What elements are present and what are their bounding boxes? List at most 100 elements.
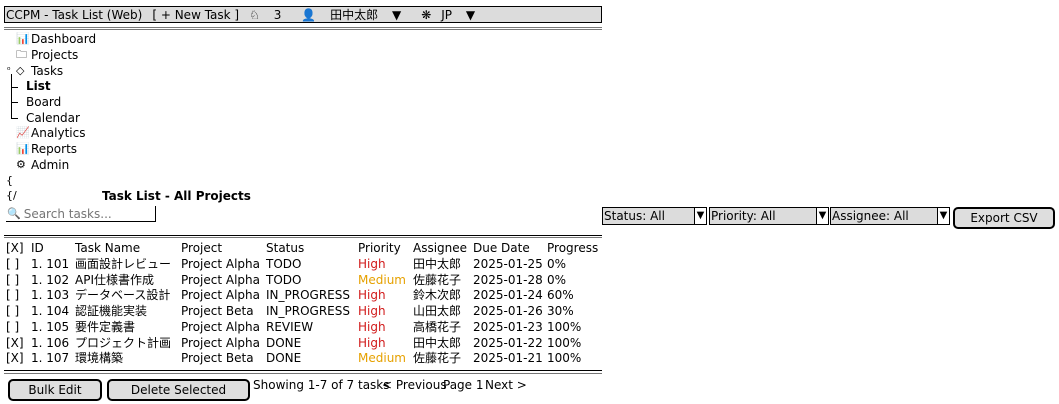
row-checkbox[interactable]: [ ]: [6, 274, 19, 286]
column-header-status[interactable]: Status: [266, 242, 304, 254]
task-progress: 0%: [547, 272, 567, 287]
task-priority: High: [358, 335, 386, 350]
new-task-button[interactable]: [ + New Task ]: [152, 9, 239, 21]
app-title: CCPM - Task List (Web): [6, 7, 143, 22]
task-status: DONE: [266, 335, 302, 350]
task-due-date: 2025-01-21: [473, 351, 543, 366]
column-header-priority[interactable]: Priority: [358, 242, 401, 254]
search-box[interactable]: 🔍: [6, 206, 156, 222]
previous-page-link[interactable]: < Previous: [382, 379, 447, 391]
task-name[interactable]: 要件定義書: [75, 321, 135, 333]
task-status: TODO: [266, 272, 302, 287]
task-due-date: 2025-01-23: [473, 319, 543, 334]
column-header-assignee[interactable]: Assignee: [413, 242, 467, 254]
task-priority: High: [358, 304, 386, 319]
chevron-down-icon: ▼: [816, 208, 828, 224]
chevron-down-icon: ▼: [937, 208, 949, 224]
task-due-date: 2025-01-24: [473, 288, 543, 303]
task-progress: 60%: [547, 288, 574, 303]
user-menu[interactable]: 👤 田中太郎 ▼: [301, 9, 411, 21]
task-due-date: 2025-01-25: [473, 257, 543, 271]
bar-chart-icon: 📊: [16, 142, 30, 155]
row-checkbox[interactable]: [ ]: [6, 321, 19, 333]
column-header-id[interactable]: ID: [31, 242, 44, 254]
folder-icon: 🗀: [16, 48, 27, 61]
task-progress: 100%: [547, 335, 582, 350]
column-header-progress[interactable]: Progress: [547, 242, 598, 254]
divider: [4, 373, 602, 374]
row-checkbox[interactable]: [ ]: [6, 305, 19, 317]
tag-icon: ◇: [16, 64, 25, 77]
task-project: Project Alpha: [181, 319, 260, 334]
task-priority: High: [358, 319, 386, 334]
priority-filter-value: Priority: All: [711, 209, 776, 223]
task-id: 1. 103: [31, 288, 70, 303]
divider: [4, 370, 602, 371]
row-checkbox[interactable]: [X]: [6, 337, 24, 349]
page-title: Task List - All Projects: [102, 189, 251, 203]
tree-connector: [11, 87, 18, 88]
task-assignee: 田中太郎: [413, 335, 462, 350]
task-name[interactable]: データベース設計: [75, 289, 170, 301]
language-label: JP: [441, 7, 453, 22]
assignee-filter[interactable]: Assignee: All ▼: [830, 207, 950, 225]
task-assignee: 佐藤花子: [413, 351, 462, 366]
search-input[interactable]: [23, 206, 149, 221]
line-chart-icon: 📈: [16, 126, 30, 139]
page-indicator: Page 1: [443, 378, 484, 392]
task-project: Project Alpha: [181, 288, 260, 303]
task-name[interactable]: 環境構築: [75, 352, 123, 364]
tree-connector: [11, 102, 18, 103]
bulk-edit-button[interactable]: Bulk Edit: [8, 379, 102, 401]
priority-filter[interactable]: Priority: All ▼: [709, 207, 829, 225]
divider: [4, 235, 602, 236]
task-project: Project Beta: [181, 351, 254, 366]
assignee-filter-value: Assignee: All: [832, 209, 909, 223]
task-assignee: 高橋花子: [413, 319, 462, 334]
task-due-date: 2025-01-22: [473, 335, 543, 350]
row-checkbox[interactable]: [ ]: [6, 289, 19, 301]
task-status: IN_PROGRESS: [266, 304, 350, 319]
task-id: 1. 105: [31, 319, 70, 334]
task-name[interactable]: 認証機能実装: [75, 305, 147, 317]
column-header-due-date[interactable]: Due Date: [473, 242, 530, 254]
chevron-down-icon: ▼: [694, 208, 706, 224]
tree-connector: [11, 74, 12, 118]
task-project: Project Alpha: [181, 257, 260, 271]
task-id: 1. 102: [31, 272, 70, 287]
notifications[interactable]: ♘ 3: [249, 9, 291, 21]
sidebar-item-label: Tasks: [31, 64, 64, 78]
column-header-project[interactable]: Project: [181, 242, 222, 254]
task-status: DONE: [266, 351, 302, 366]
row-checkbox[interactable]: [X]: [6, 352, 24, 364]
sidebar-item-label: Reports: [31, 142, 78, 156]
task-name[interactable]: プロジェクト計画: [75, 337, 171, 349]
next-page-link[interactable]: Next >: [485, 379, 527, 391]
task-status: REVIEW: [266, 319, 314, 334]
row-checkbox[interactable]: [ ]: [6, 258, 19, 270]
task-name[interactable]: 画面設計レビュー: [75, 258, 171, 270]
export-csv-button[interactable]: Export CSV: [953, 207, 1055, 229]
title-bar: CCPM - Task List (Web) [ + New Task ] ♘ …: [4, 6, 602, 23]
brace-close: {/: [6, 189, 17, 202]
task-name[interactable]: API仕様書作成: [75, 274, 154, 286]
bell-icon: ♘: [249, 7, 260, 22]
task-project: Project Alpha: [181, 272, 260, 287]
delete-selected-button[interactable]: Delete Selected: [107, 379, 250, 401]
chevron-down-icon: ▼: [391, 7, 402, 22]
select-all-checkbox[interactable]: [X]: [6, 242, 24, 254]
user-name: 田中太郎: [330, 7, 379, 22]
status-filter[interactable]: Status: All ▼: [602, 207, 707, 225]
sidebar-item-label: Projects: [31, 48, 79, 62]
task-project: Project Alpha: [181, 335, 260, 350]
sidebar-item-label: Admin: [31, 158, 70, 172]
language-menu[interactable]: ❋ JP ▼: [421, 9, 485, 21]
task-id: 1. 106: [31, 335, 70, 350]
notification-count: 3: [273, 7, 282, 22]
task-priority: Medium: [358, 272, 406, 287]
bar-chart-icon: 📊: [16, 32, 30, 45]
sidebar-item-label: Dashboard: [31, 32, 97, 46]
column-header-task-name[interactable]: Task Name: [75, 242, 140, 254]
sidebar-item-label: Board: [26, 95, 62, 109]
task-id: 1. 107: [31, 351, 70, 366]
